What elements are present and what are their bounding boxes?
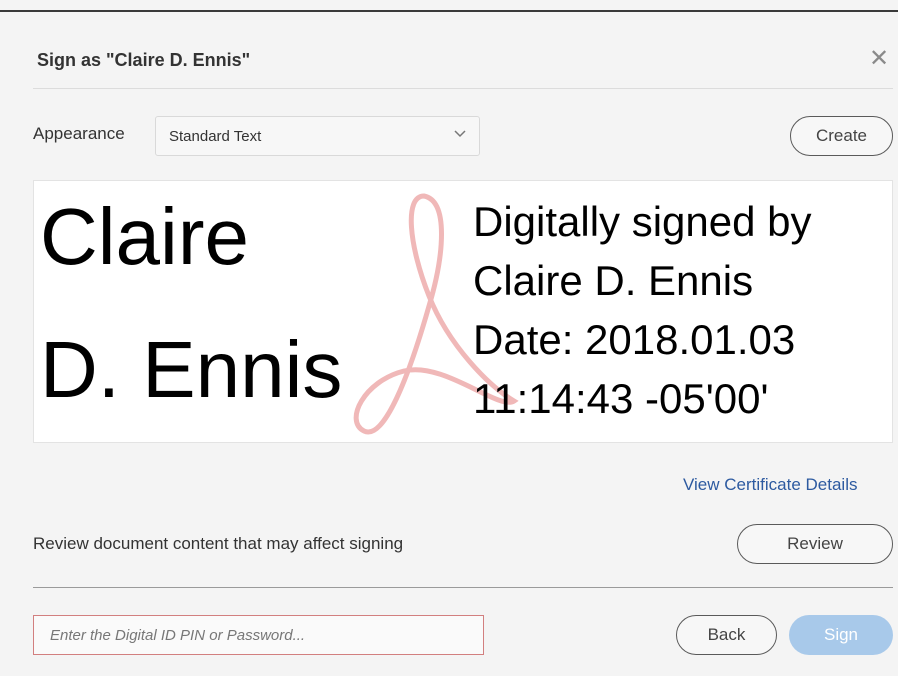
signature-detail-line: Date: 2018.01.03: [473, 316, 796, 363]
signature-detail-line: 11:14:43 -05'00': [473, 375, 769, 422]
chevron-down-icon: [454, 130, 466, 138]
signature-detail-line: Digitally signed by: [473, 198, 812, 245]
footer-divider: [33, 587, 893, 588]
signature-name-line1: Claire: [40, 192, 249, 281]
review-button[interactable]: Review: [737, 524, 893, 564]
dialog-title: Sign as "Claire D. Ennis": [37, 50, 251, 70]
review-description: Review document content that may affect …: [33, 534, 404, 553]
close-icon[interactable]: ✕: [866, 46, 892, 72]
sign-button[interactable]: Sign: [789, 615, 893, 655]
view-certificate-link[interactable]: View Certificate Details: [683, 475, 857, 495]
signature-preview: Claire D. Ennis Digitally signed by Clai…: [33, 180, 893, 443]
appearance-label: Appearance: [33, 124, 125, 143]
header-divider: [33, 88, 893, 89]
signature-name-line2: D. Ennis: [40, 325, 343, 414]
create-button[interactable]: Create: [790, 116, 893, 156]
back-button[interactable]: Back: [676, 615, 777, 655]
pin-password-input[interactable]: [33, 615, 484, 655]
signature-detail-line: Claire D. Ennis: [473, 257, 754, 304]
appearance-selected-value: Standard Text: [169, 128, 262, 145]
appearance-select[interactable]: Standard Text: [155, 116, 480, 156]
